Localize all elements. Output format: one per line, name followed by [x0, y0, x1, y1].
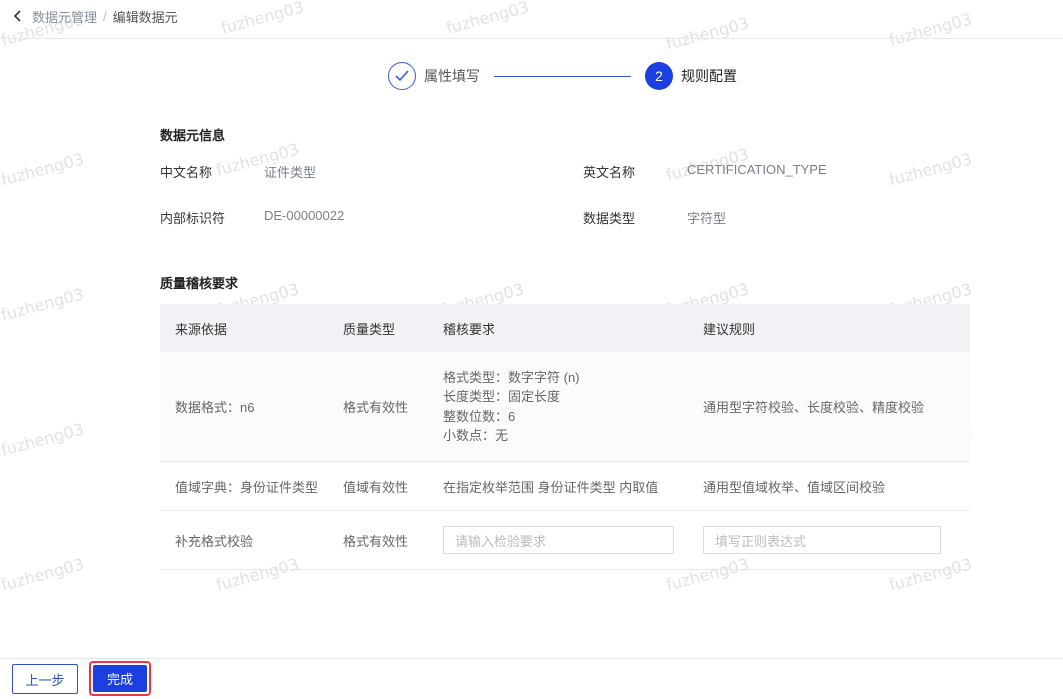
column-header-requirement: 稽核要求	[443, 321, 496, 337]
step-2-number: 2	[645, 62, 673, 90]
regex-input[interactable]: 填写正则表达式	[703, 526, 941, 554]
quality-table: 来源依据 质量类型 稽核要求 建议规则 数据格式：n6 格式有效性 格式类型：数…	[160, 304, 970, 570]
table-row: 补充格式校验 格式有效性 请输入检验要求 填写正则表达式	[160, 511, 970, 570]
requirement-input[interactable]: 请输入检验要求	[443, 526, 674, 554]
watermark: fuzheng03	[0, 284, 86, 325]
watermark: fuzheng03	[0, 419, 86, 460]
breadcrumb: 数据元管理 / 编辑数据元	[10, 6, 178, 26]
cell-rule: 通用型字符校验、长度校验、精度校验	[703, 400, 925, 415]
done-button[interactable]: 完成	[93, 665, 147, 692]
cell-type: 格式有效性	[343, 533, 409, 549]
cn-name-value: 证件类型	[264, 165, 317, 180]
requirement-line: 整数位数：6	[443, 408, 516, 424]
data-type-label: 数据类型	[583, 211, 636, 226]
chevron-left-icon[interactable]	[10, 8, 26, 24]
footer-divider	[0, 658, 1063, 659]
cell-source: 值域字典：身份证件类型	[175, 479, 319, 495]
cell-type: 值域有效性	[343, 479, 409, 495]
cn-name-label: 中文名称	[160, 165, 213, 180]
requirement-line: 格式类型：数字字符 (n)	[443, 369, 580, 385]
quality-section-title: 质量稽核要求	[160, 276, 239, 291]
breadcrumb-current: 编辑数据元	[112, 9, 178, 25]
done-button-highlight: 完成	[89, 661, 151, 696]
watermark: fuzheng03	[443, 0, 531, 38]
cell-source: 数据格式：n6	[175, 400, 255, 415]
cell-requirement: 格式类型：数字字符 (n) 长度类型：固定长度 整数位数：6 小数点：无	[443, 368, 703, 446]
watermark: fuzheng03	[663, 13, 751, 54]
table-header: 来源依据 质量类型 稽核要求 建议规则	[160, 304, 970, 352]
step-done-check-icon	[388, 62, 416, 90]
page: fuzheng03 fuzheng03 fuzheng03 fuzheng03 …	[0, 0, 1063, 699]
cell-type: 格式有效性	[343, 400, 409, 415]
watermark: fuzheng03	[0, 554, 86, 595]
cell-rule: 通用型值域枚举、值域区间校验	[703, 479, 886, 495]
breadcrumb-separator: /	[103, 8, 107, 24]
step-2-label: 规则配置	[681, 68, 737, 84]
requirement-line: 长度类型：固定长度	[443, 389, 561, 404]
breadcrumb-parent-link[interactable]: 数据元管理	[32, 7, 97, 26]
column-header-rule: 建议规则	[703, 321, 756, 337]
step-connector	[494, 75, 631, 77]
step-indicator: 属性填写 2 规则配置	[388, 61, 737, 91]
prev-step-button[interactable]: 上一步	[12, 664, 78, 694]
watermark: fuzheng03	[0, 149, 86, 190]
en-name-value: CERTIFICATION_TYPE	[687, 162, 827, 177]
internal-id-label: 内部标识符	[160, 211, 226, 226]
cell-requirement: 在指定枚举范围 身份证件类型 内取值	[443, 479, 659, 495]
watermark: fuzheng03	[886, 9, 974, 50]
table-row: 值域字典：身份证件类型 值域有效性 在指定枚举范围 身份证件类型 内取值 通用型…	[160, 462, 970, 511]
info-section-title: 数据元信息	[160, 128, 226, 143]
cell-rule: 填写正则表达式	[703, 526, 970, 554]
column-header-source: 来源依据	[175, 321, 228, 337]
cell-source: 补充格式校验	[175, 533, 254, 549]
requirement-line: 小数点：无	[443, 428, 509, 443]
internal-id-value: DE-00000022	[264, 208, 345, 223]
cell-requirement: 请输入检验要求	[443, 526, 703, 554]
en-name-label: 英文名称	[583, 165, 636, 180]
data-type-value: 字符型	[687, 211, 727, 226]
header-divider	[0, 38, 1063, 39]
step-1-label: 属性填写	[424, 68, 480, 84]
watermark: fuzheng03	[886, 149, 974, 190]
column-header-type: 质量类型	[343, 321, 396, 337]
watermark: fuzheng03	[218, 0, 306, 38]
table-row: 数据格式：n6 格式有效性 格式类型：数字字符 (n) 长度类型：固定长度 整数…	[160, 352, 970, 462]
